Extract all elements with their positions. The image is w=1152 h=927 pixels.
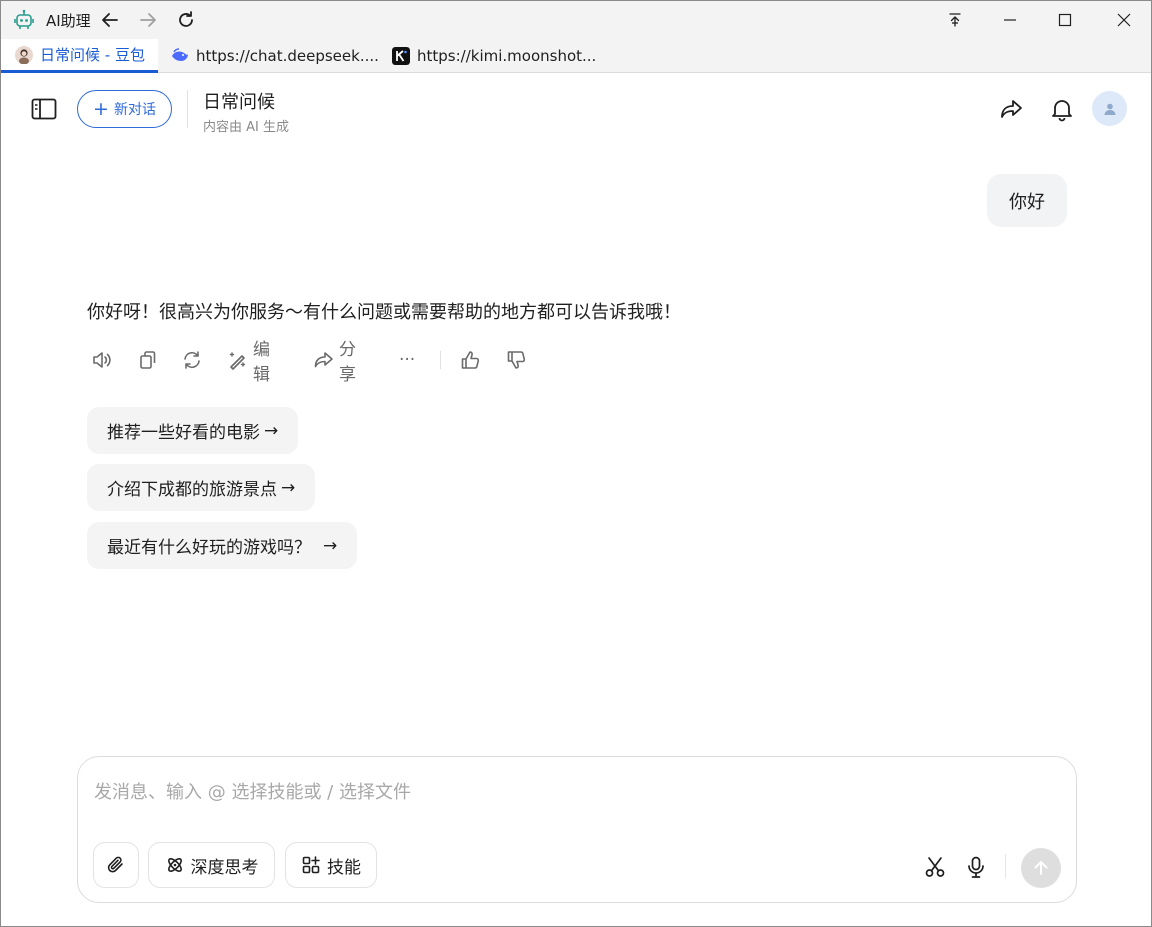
tab-label: https://chat.deepseek.... bbox=[196, 47, 379, 65]
user-icon bbox=[1104, 103, 1115, 115]
message-input[interactable]: 发消息、输入 @ 选择技能或 / 选择文件 bbox=[94, 778, 411, 804]
user-message-bubble: 你好 bbox=[987, 174, 1067, 227]
scissors-icon[interactable] bbox=[923, 855, 947, 879]
paperclip-icon bbox=[107, 856, 123, 873]
new-chat-button[interactable]: + 新对话 bbox=[77, 90, 172, 128]
more-dots-icon: ··· bbox=[399, 350, 416, 370]
close-icon bbox=[1117, 13, 1131, 27]
reload-icon bbox=[179, 11, 193, 27]
composer-divider bbox=[1005, 854, 1006, 878]
suggestion-chip[interactable]: 推荐一些好看的电影 → bbox=[87, 407, 299, 454]
tab-label: 日常问候 - 豆包 bbox=[40, 46, 145, 64]
forward-button[interactable] bbox=[138, 10, 158, 30]
edit-wand-icon bbox=[229, 352, 246, 370]
arrow-up-icon bbox=[1034, 861, 1048, 875]
app-window: AI助理 日常问候 - 豆包 https://chat.deepseek....… bbox=[0, 0, 1152, 927]
skills-button[interactable]: 技能 bbox=[285, 842, 377, 888]
tab-doubao[interactable]: 日常问候 - 豆包 bbox=[1, 39, 158, 73]
share-message-button[interactable]: 分享 bbox=[313, 340, 356, 385]
suggestion-label: 介绍下成都的旅游景点 bbox=[107, 480, 277, 500]
speaker-icon bbox=[93, 352, 111, 368]
back-button[interactable] bbox=[100, 10, 120, 30]
skills-label: 技能 bbox=[327, 857, 361, 878]
doubao-avatar-icon bbox=[15, 45, 33, 64]
chat-header: + 新对话 日常问候 内容由 AI 生成 bbox=[1, 74, 1151, 146]
bell-icon[interactable] bbox=[1049, 96, 1075, 122]
tab-deepseek[interactable]: https://chat.deepseek.... bbox=[157, 39, 379, 73]
more-options-button[interactable]: ··· bbox=[399, 345, 415, 375]
plus-icon: + bbox=[93, 97, 109, 120]
reload-button[interactable] bbox=[176, 10, 196, 30]
tab-label: https://kimi.moonshot... bbox=[417, 47, 597, 65]
deepseek-whale-icon bbox=[172, 48, 188, 61]
edit-button[interactable]: 编辑 bbox=[227, 340, 270, 385]
suggestion-label: 最近有什么好玩的游戏吗？ bbox=[107, 538, 311, 558]
actions-divider bbox=[440, 351, 441, 369]
arrow-right-icon: → bbox=[323, 535, 338, 556]
bot-message: 你好呀！很高兴为你服务～有什么问题或需要帮助的地方都可以告诉我哦！ bbox=[87, 302, 681, 323]
deep-think-label: 深度思考 bbox=[190, 857, 259, 878]
copy-icon bbox=[140, 351, 156, 369]
kimi-logo-icon bbox=[392, 47, 410, 65]
like-button[interactable] bbox=[459, 345, 481, 375]
deep-think-button[interactable]: 深度思考 bbox=[148, 842, 275, 888]
copy-button[interactable] bbox=[137, 345, 159, 375]
regenerate-button[interactable] bbox=[181, 345, 203, 375]
attach-button[interactable] bbox=[93, 842, 139, 888]
tab-bar: 日常问候 - 豆包 https://chat.deepseek.... http… bbox=[1, 39, 1151, 73]
header-divider bbox=[187, 90, 188, 128]
title-bar: AI助理 bbox=[1, 1, 1151, 39]
new-chat-label: 新对话 bbox=[113, 102, 156, 118]
microphone-icon[interactable] bbox=[964, 855, 988, 879]
edit-label: 编辑 bbox=[253, 340, 270, 385]
tab-kimi[interactable]: https://kimi.moonshot... bbox=[378, 39, 608, 73]
pin-icon bbox=[949, 13, 961, 27]
app-title: AI助理 bbox=[46, 12, 91, 30]
dislike-button[interactable] bbox=[505, 345, 527, 375]
share-arrow-icon bbox=[314, 352, 333, 368]
send-button[interactable] bbox=[1021, 848, 1061, 888]
maximize-icon bbox=[1058, 13, 1072, 27]
back-arrow-icon bbox=[102, 13, 118, 27]
regenerate-icon bbox=[184, 351, 200, 369]
suggestion-chip[interactable]: 介绍下成都的旅游景点 → bbox=[87, 464, 316, 511]
suggestion-label: 推荐一些好看的电影 bbox=[107, 423, 260, 443]
read-aloud-button[interactable] bbox=[91, 345, 113, 375]
arrow-right-icon: → bbox=[264, 420, 279, 441]
share-icon[interactable] bbox=[999, 96, 1025, 122]
chat-title: 日常问候 bbox=[203, 92, 275, 113]
apps-grid-icon bbox=[302, 856, 320, 874]
message-composer[interactable]: 发消息、输入 @ 选择技能或 / 选择文件 深度思考 技能 bbox=[77, 756, 1077, 903]
pin-button[interactable] bbox=[927, 1, 983, 39]
forward-arrow-icon bbox=[140, 13, 156, 27]
minimize-button[interactable] bbox=[982, 1, 1038, 39]
ai-generated-note: 内容由 AI 生成 bbox=[203, 120, 289, 135]
user-avatar[interactable] bbox=[1092, 91, 1127, 126]
thumbs-down-icon bbox=[507, 351, 526, 369]
close-button[interactable] bbox=[1096, 1, 1151, 39]
robot-icon bbox=[14, 9, 34, 29]
suggestion-chip[interactable]: 最近有什么好玩的游戏吗？ → bbox=[87, 522, 358, 569]
maximize-button[interactable] bbox=[1037, 1, 1093, 39]
arrow-right-icon: → bbox=[281, 477, 296, 498]
thumbs-up-icon bbox=[461, 351, 480, 369]
minimize-icon bbox=[1004, 19, 1016, 21]
atom-icon bbox=[167, 858, 182, 872]
share-label: 分享 bbox=[339, 340, 356, 385]
sidebar-toggle-icon[interactable] bbox=[31, 98, 57, 120]
